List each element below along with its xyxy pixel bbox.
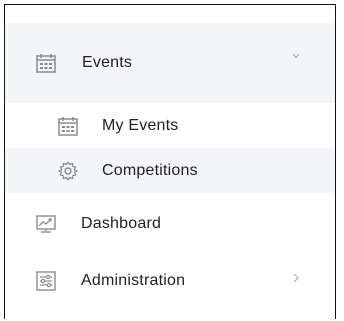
sidebar-item-label: Events — [82, 54, 133, 71]
sidebar-item-label: Dashboard — [81, 215, 162, 232]
settings-sliders-icon — [35, 270, 57, 292]
chevron-right-icon[interactable] — [291, 272, 301, 287]
sidebar-item-dashboard[interactable]: Dashboard — [5, 195, 335, 253]
sidebar-item-events[interactable]: Events — [5, 23, 335, 103]
sidebar-subitem-label: My Events — [102, 116, 179, 134]
sidebar-item-label: Administration — [81, 272, 186, 289]
sidebar-subitem-my-events[interactable]: My Events — [5, 103, 335, 148]
sidebar-subitem-competitions[interactable]: Competitions — [5, 148, 335, 193]
sidebar-menu: Events My Events Competitions Dashboard … — [4, 4, 336, 319]
calendar-icon — [35, 52, 57, 74]
calendar-icon — [57, 115, 79, 137]
gear-icon — [57, 160, 79, 182]
sidebar-item-administration[interactable]: Administration — [5, 252, 335, 310]
sidebar-subitem-label: Competitions — [102, 161, 198, 179]
chart-board-icon — [35, 213, 57, 235]
chevron-down-icon[interactable] — [291, 49, 301, 64]
